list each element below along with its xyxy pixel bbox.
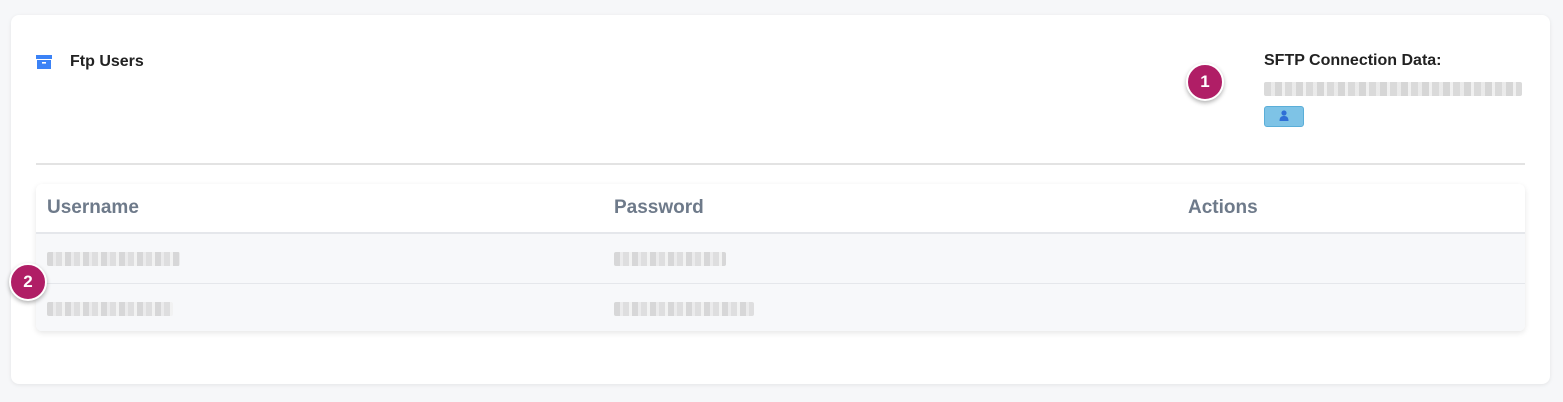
password-cell (614, 252, 726, 266)
user-icon (1279, 108, 1289, 126)
column-header-actions: Actions (1188, 197, 1258, 218)
username-cell (47, 252, 180, 266)
row-actions[interactable] (1188, 244, 1263, 273)
sftp-user-button[interactable] (1264, 106, 1304, 127)
ftp-users-table: Username Password Actions (36, 184, 1525, 331)
sftp-connection-section: SFTP Connection Data: (1264, 52, 1534, 127)
username-cell (47, 302, 173, 316)
sftp-connection-value (1264, 82, 1522, 96)
ftp-users-card: Ftp Users 1 SFTP Connection Data: Userna… (9, 15, 1550, 384)
panel-title: Ftp Users (70, 53, 144, 70)
column-header-username: Username (47, 197, 139, 218)
archive-box-icon (36, 55, 52, 69)
step-marker-1: 1 (1186, 63, 1224, 101)
table-row (36, 284, 1525, 331)
step-marker-2: 2 (9, 263, 47, 301)
column-header-password: Password (614, 197, 704, 218)
password-cell (614, 302, 754, 316)
panel-header: Ftp Users (36, 53, 144, 71)
table-row (36, 234, 1525, 284)
table-header: Username Password Actions (36, 184, 1525, 234)
section-divider (36, 163, 1525, 165)
row-actions[interactable] (1188, 294, 1263, 323)
sftp-connection-label: SFTP Connection Data: (1264, 52, 1442, 69)
